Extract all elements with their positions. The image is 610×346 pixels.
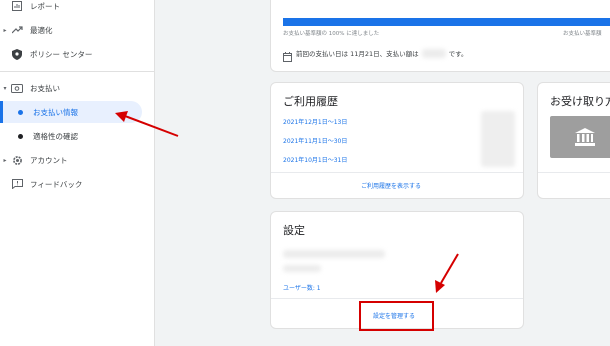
arrow-to-payment-info — [115, 111, 179, 137]
annotation-arrows — [115, 111, 459, 293]
arrow-to-manage-settings — [435, 253, 459, 293]
